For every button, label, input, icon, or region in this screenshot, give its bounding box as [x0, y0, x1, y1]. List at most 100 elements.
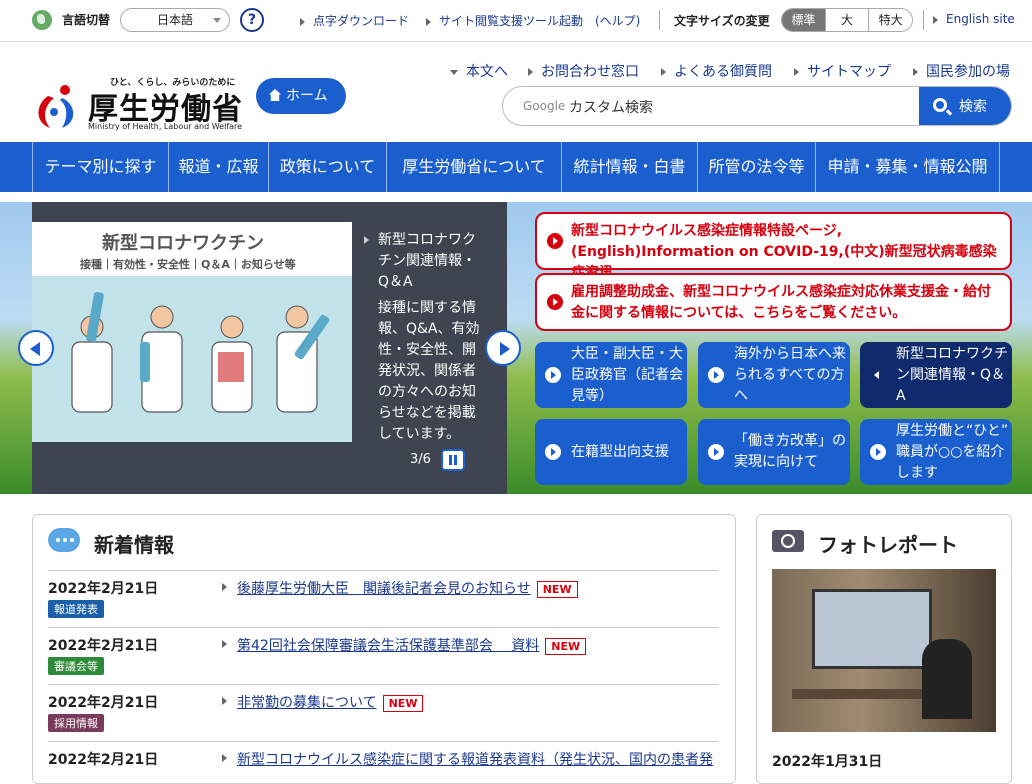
- chevron-down-icon: [213, 18, 221, 23]
- camera-icon: [772, 530, 804, 552]
- employment-subsidy-label: 雇用調整助成金、新型コロナウイルス感染症対応休業支援金・給付金に関する情報につい…: [571, 284, 991, 321]
- photo-report-title: フォトレポート: [818, 533, 958, 557]
- tile-label: 海外から日本へ来られるすべての方へ: [734, 345, 846, 404]
- pause-icon[interactable]: [441, 449, 465, 471]
- arrow-right-icon: [661, 68, 666, 76]
- arrow-circle-icon: [547, 233, 563, 249]
- news-date: 2022年2月21日: [48, 581, 159, 597]
- arrow-circle-icon: [708, 367, 724, 383]
- nav-item-applications[interactable]: 申請・募集・情報公開: [815, 142, 1000, 192]
- nav-item-policy[interactable]: 政策について: [268, 142, 386, 192]
- global-navigation: テーマ別に探す 報道・広報 政策について 厚生労働省について 統計情報・白書 所…: [0, 142, 1032, 192]
- arrow-right-icon: [933, 15, 938, 24]
- font-size-xlarge[interactable]: 特大: [869, 9, 912, 31]
- english-site-link[interactable]: English site: [933, 12, 1015, 26]
- top-utility-bar: 言語切替 日本語 ? 点字ダウンロード サイト閲覧支援ツール起動 (ヘルプ) 文…: [0, 0, 1032, 42]
- nav-item-themes[interactable]: テーマ別に探す: [32, 142, 168, 192]
- news-tag: 報道発表: [48, 600, 104, 618]
- english-site-label: English site: [946, 12, 1015, 26]
- nav-item-statistics[interactable]: 統計情報・白書: [561, 142, 697, 192]
- news-link[interactable]: 非常勤の募集について NEW: [237, 692, 424, 712]
- tile-secondment[interactable]: 在籍型出向支援: [535, 419, 687, 485]
- arrow-right-icon: [528, 68, 533, 76]
- search-icon: [933, 98, 947, 112]
- faq-link[interactable]: よくある御質問: [661, 61, 772, 81]
- font-size-standard[interactable]: 標準: [782, 9, 826, 31]
- sitemap-label: サイトマップ: [807, 64, 891, 80]
- news-link[interactable]: 新型コロナウイルス感染症に関する報道発表資料（発生状況、国内の患者発: [237, 749, 717, 769]
- search-input[interactable]: カスタム検索: [569, 97, 653, 117]
- arrow-right-icon: [222, 640, 227, 648]
- skip-to-content-link[interactable]: 本文へ: [450, 61, 508, 81]
- home-button[interactable]: ホーム: [256, 78, 346, 114]
- covid-info-link[interactable]: 新型コロナウイルス感染症情報特設ページ,(English)Information…: [535, 212, 1012, 281]
- tile-staff-intro[interactable]: 厚生労働と“ひと” 職員が○○を紹介します: [860, 419, 1022, 485]
- language-select-value: 日本語: [156, 13, 193, 27]
- news-date: 2022年2月21日: [48, 752, 159, 768]
- news-tag: 審議会等: [48, 657, 104, 675]
- arrow-left-icon: [870, 367, 886, 383]
- arrow-right-icon: [794, 68, 799, 76]
- slide-image-subtitle: 接種｜有効性・安全性｜Q＆A｜お知らせ等: [80, 258, 296, 271]
- news-tag: 採用情報: [48, 714, 104, 732]
- nav-item-laws[interactable]: 所管の法令等: [697, 142, 815, 192]
- contact-link[interactable]: お問合わせ窓口: [528, 61, 639, 81]
- news-date: 2022年2月21日: [48, 638, 159, 654]
- language-label: 言語切替: [62, 13, 111, 27]
- arrow-right-icon: [300, 17, 305, 26]
- tile-label: 在籍型出向支援: [571, 443, 669, 460]
- arrow-right-icon: [222, 697, 227, 705]
- tile-vaccine[interactable]: 新型コロナワクチン関連情報・Q＆A: [860, 342, 1012, 408]
- divider: [48, 741, 718, 742]
- sitemap-link[interactable]: サイトマップ: [794, 61, 891, 81]
- new-badge: NEW: [545, 638, 587, 655]
- tile-label: 大臣・副大臣・大臣政務官（記者会見等）: [571, 345, 683, 404]
- news-link[interactable]: 第42回社会保障審議会生活保護基準部会 資料 NEW: [237, 635, 587, 655]
- nav-item-about[interactable]: 厚生労働省について: [386, 142, 561, 192]
- language-select[interactable]: 日本語: [120, 8, 230, 32]
- new-badge: NEW: [536, 581, 578, 598]
- arrow-circle-icon: [545, 367, 561, 383]
- tile-from-overseas[interactable]: 海外から日本へ来られるすべての方へ: [698, 342, 850, 408]
- carousel-next-button[interactable]: [485, 330, 521, 366]
- slide-heading[interactable]: 新型コロナワクチン関連情報・Q＆A: [378, 230, 483, 293]
- slide-body: 接種に関する情報、Q&A、有効性・安全性、開発状況、関係者の方々へのお知らせなど…: [378, 300, 480, 442]
- tile-minister[interactable]: 大臣・副大臣・大臣政務官（記者会見等）: [535, 342, 687, 408]
- arrow-circle-icon: [545, 444, 561, 460]
- carousel-prev-button[interactable]: [18, 330, 54, 366]
- employment-subsidy-link[interactable]: 雇用調整助成金、新型コロナウイルス感染症対応休業支援金・給付金に関する情報につい…: [535, 273, 1012, 331]
- home-icon: [269, 89, 281, 101]
- photo-report-image[interactable]: [772, 569, 996, 732]
- news-date: 2022年2月21日: [48, 695, 159, 711]
- news-link-text: 第42回社会保障審議会生活保護基準部会 資料: [237, 638, 540, 654]
- font-size-switcher: 標準 大 特大: [781, 8, 913, 32]
- search-button[interactable]: 検索: [919, 87, 1011, 125]
- news-link-text: 非常勤の募集について: [237, 695, 377, 711]
- accessibility-tool-label: サイト閲覧支援ツール起動 (ヘルプ): [439, 14, 641, 28]
- mhlw-logo-icon: [38, 85, 74, 128]
- arrow-circle-icon: [870, 444, 886, 460]
- contact-label: お問合わせ窓口: [541, 64, 639, 80]
- font-size-large[interactable]: 大: [826, 9, 870, 31]
- slide-caption: 新型コロナワクチン関連情報・Q＆A 接種に関する情報、Q&A、有効性・安全性、開…: [378, 230, 483, 445]
- accessibility-tool-link[interactable]: サイト閲覧支援ツール起動 (ヘルプ): [426, 12, 640, 29]
- braille-download-link[interactable]: 点字ダウンロード: [300, 12, 409, 29]
- arrow-right-icon: [913, 68, 918, 76]
- divider: [48, 684, 718, 685]
- nav-item-press[interactable]: 報道・広報: [168, 142, 268, 192]
- font-size-label: 文字サイズの変更: [674, 14, 770, 28]
- arrow-circle-icon: [547, 294, 563, 310]
- faq-label: よくある御質問: [674, 64, 772, 80]
- tile-label: 厚生労働と“ひと” 職員が○○を紹介します: [896, 422, 1022, 481]
- globe-icon: [32, 10, 52, 30]
- arrow-right-icon: [222, 754, 227, 762]
- divider: [923, 10, 924, 30]
- help-button[interactable]: ?: [240, 8, 264, 32]
- arrow-right-icon: [222, 583, 227, 591]
- tile-label: 新型コロナワクチン関連情報・Q＆A: [896, 345, 1008, 404]
- arrow-right-icon: [364, 236, 369, 244]
- news-link[interactable]: 後藤厚生労働大臣 閣議後記者会見のお知らせ NEW: [237, 578, 578, 598]
- tile-work-style[interactable]: 「働き方改革」の実現に向けて: [698, 419, 850, 485]
- public-participation-link[interactable]: 国民参加の場: [913, 61, 1010, 81]
- news-link-text: 新型コロナウイルス感染症に関する報道発表資料（発生状況、国内の患者発: [237, 752, 713, 768]
